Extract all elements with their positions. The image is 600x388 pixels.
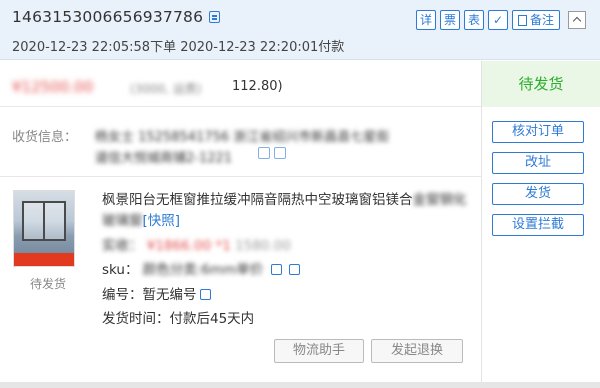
product-thumbnail[interactable]	[13, 190, 75, 267]
order-header: 1463153006656937786 2020-12-23 22:05:58下…	[0, 0, 600, 60]
address-label: 收货信息：	[12, 130, 78, 145]
product-title-text: 枫景阳台无框窗推拉缓冲隔音隔热中空玻璃窗铝镁合	[102, 192, 413, 208]
verify-order-button[interactable]: 核对订单	[492, 121, 584, 143]
ship-time-label: 发货时间：	[102, 311, 170, 327]
order-id: 1463153006656937786	[12, 8, 221, 26]
set-intercept-button[interactable]: 设置拦截	[492, 214, 584, 236]
ship-time-line: 发货时间：付款后45天内	[102, 307, 254, 327]
table-button[interactable]: 表	[463, 10, 484, 30]
map-icon[interactable]	[274, 147, 286, 159]
order-id-text: 1463153006656937786	[12, 8, 204, 26]
copy-code-icon[interactable]	[199, 289, 211, 300]
action-column: 核对订单 改址 发货 设置拦截	[481, 107, 600, 382]
bottom-bar	[0, 382, 600, 388]
initiate-return-button[interactable]: 发起退换	[371, 339, 463, 363]
logistics-helper-button[interactable]: 物流助手	[274, 339, 364, 363]
note-icon	[517, 14, 527, 26]
note-button[interactable]: 备注	[511, 10, 560, 30]
copy-icon[interactable]	[209, 11, 221, 23]
note-label: 备注	[529, 13, 554, 27]
sku-line: sku： 颜色分类:6mm单价	[102, 258, 300, 278]
divider	[0, 176, 481, 177]
window-picture	[22, 201, 66, 241]
item-price: ¥1866.00 *1	[146, 238, 231, 254]
code-label: 编号：	[102, 287, 143, 303]
address-line-2: 道信大悦城商铺2-1221	[95, 151, 233, 166]
order-status: 待发货	[481, 61, 600, 107]
code-line: 编号：暂无编号	[102, 283, 211, 303]
detail-button[interactable]: 详	[415, 10, 436, 30]
copy-sku-icon[interactable]	[288, 264, 300, 275]
ship-time-value: 付款后45天内	[169, 311, 255, 327]
item-original-price: 1580.00	[235, 238, 291, 254]
product-title[interactable]: 枫景阳台无框窗推拉缓冲隔音隔热中空玻璃窗铝镁合金窗钢化玻璃窗[快照]	[102, 190, 472, 232]
item-status: 待发货	[30, 277, 67, 291]
copy-address-icon[interactable]	[258, 147, 270, 159]
collapse-icon[interactable]	[568, 11, 586, 29]
sku-value: 颜色分类:6mm单价	[142, 262, 264, 278]
code-value: 暂无编号	[142, 287, 197, 303]
invoice-button[interactable]: 票	[439, 10, 460, 30]
change-address-button[interactable]: 改址	[492, 152, 584, 174]
header-buttons: 详 票 表 ✓ 备注	[415, 10, 560, 30]
check-icon[interactable]: ✓	[487, 10, 508, 30]
snapshot-link[interactable]: [快照]	[143, 213, 181, 229]
address-actions	[258, 147, 286, 159]
price-tail: 112.80)	[232, 79, 283, 94]
order-times: 2020-12-23 22:05:58下单 2020-12-23 22:20:0…	[12, 40, 345, 55]
price-row: ¥12500.00 (3000, 运费) 112.80)	[0, 61, 481, 107]
thumbnail-banner	[14, 253, 74, 266]
sku-label: sku：	[102, 262, 139, 278]
order-price: ¥12500.00	[12, 78, 94, 96]
price-line: 实收： ¥1866.00 *1 1580.00	[102, 234, 291, 254]
edit-icon[interactable]	[270, 264, 282, 275]
price-detail: (3000, 运费)	[130, 82, 202, 96]
address-line-1: 杨女士 15258541756 浙江省绍兴市新昌县七星街	[95, 130, 390, 145]
ship-button[interactable]: 发货	[492, 183, 584, 205]
price-label: 实收：	[102, 238, 143, 254]
